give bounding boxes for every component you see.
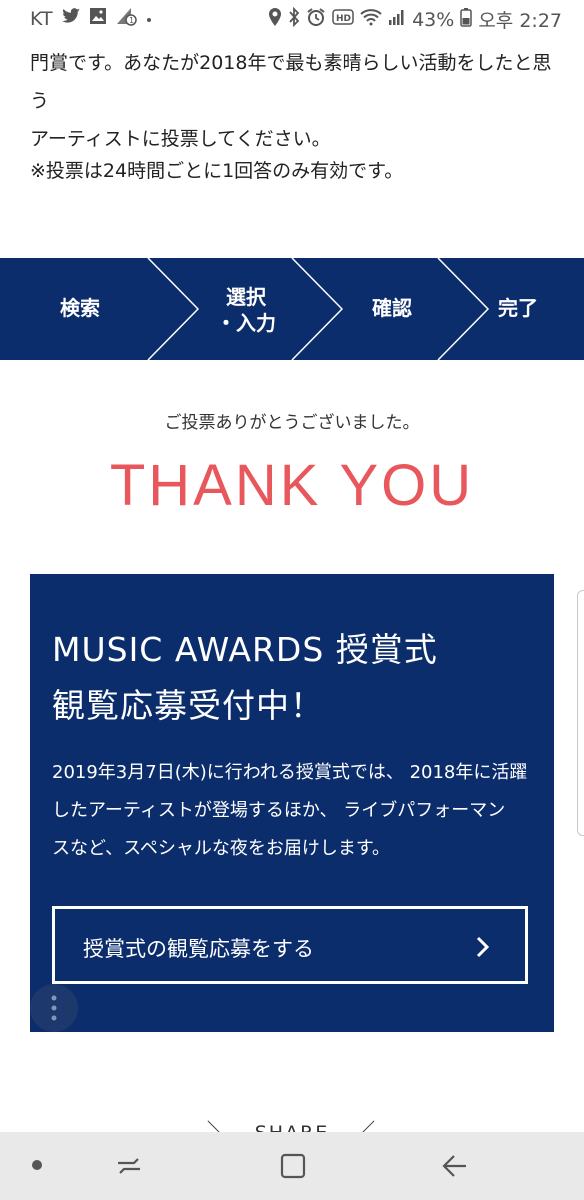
status-bar: KT 1 HD 43% 오후 2:27 <box>0 0 584 36</box>
apply-viewing-label: 授賞式の観覧応募をする <box>83 937 314 961</box>
signal-alert-icon: 1 <box>115 6 137 32</box>
navigation-bar <box>0 1132 584 1200</box>
card-body-line2: したアーティストが登場するほか、 ライブパフォーマン <box>52 800 506 821</box>
card-title-line1: MUSIC AWARDS 授賞式 <box>52 630 438 669</box>
step-select-line1: 選択 <box>226 285 266 309</box>
scroll-handle[interactable] <box>577 590 584 836</box>
alarm-icon <box>306 7 326 33</box>
hd-icon: HD <box>332 8 354 32</box>
dot-icon <box>145 8 153 30</box>
bluetooth-icon <box>288 6 300 33</box>
back-icon <box>442 1155 466 1177</box>
recent-apps-button[interactable] <box>114 1154 144 1182</box>
card-body: 2019年3月7日(木)に行われる授賞式では、 2018年に活躍 したアーティス… <box>52 754 538 868</box>
battery-icon <box>460 7 473 33</box>
battery-percent: 43% <box>412 8 455 31</box>
location-icon <box>268 7 282 33</box>
step-complete: 完了 <box>498 296 538 320</box>
more-options-button[interactable] <box>30 984 78 1032</box>
intro-text: 門賞です。あなたが2018年で最も素晴らしい活動をしたと思う アーティストに投票… <box>30 44 570 158</box>
status-left: KT 1 <box>30 6 153 32</box>
step-confirm: 確認 <box>372 296 412 320</box>
chevron-right-icon <box>475 935 491 963</box>
status-right: HD 43% 오후 2:27 <box>268 6 562 33</box>
intro-line-1: 門賞です。あなたが2018年で最も素晴らしい活動をしたと思う <box>30 52 552 112</box>
vertical-dots-icon <box>51 995 57 1021</box>
recent-apps-icon <box>118 1158 140 1174</box>
step-select-line2: ・入力 <box>216 311 276 335</box>
assistant-dot-button[interactable] <box>32 1160 42 1170</box>
card-body-line3: スなど、スペシャルな夜をお届けします。 <box>52 838 391 859</box>
twitter-icon <box>61 7 81 31</box>
vote-note: ※投票は24時間ごとに1回答のみ有効です。 <box>30 160 404 182</box>
svg-text:HD: HD <box>336 14 351 24</box>
thank-you-heading: THANK YOU <box>109 453 475 518</box>
carrier-label: KT <box>30 8 53 30</box>
awards-card: MUSIC AWARDS 授賞式 観覧応募受付中！ 2019年3月7日(木)に行… <box>30 574 554 1032</box>
clock: 오후 2:27 <box>478 10 562 32</box>
progress-steps: 検索 選択 ・入力 確認 完了 <box>0 258 584 360</box>
image-icon <box>89 7 107 31</box>
card-title: MUSIC AWARDS 授賞式 観覧応募受付中！ <box>52 622 532 734</box>
svg-text:1: 1 <box>129 16 134 25</box>
apply-viewing-button[interactable]: 授賞式の観覧応募をする <box>52 906 528 984</box>
home-icon <box>280 1153 306 1179</box>
card-body-line1: 2019年3月7日(木)に行われる授賞式では、 2018年に活躍 <box>52 762 528 783</box>
back-button[interactable] <box>440 1152 470 1184</box>
step-select: 選択 ・入力 <box>196 284 296 336</box>
thanks-subtitle: ご投票ありがとうございました。 <box>164 413 420 433</box>
home-button[interactable] <box>280 1152 306 1184</box>
signal-icon <box>388 8 406 32</box>
wifi-icon <box>360 8 382 32</box>
card-title-line2: 観覧応募受付中！ <box>52 686 324 725</box>
intro-line-2: アーティストに投票してください。 <box>30 128 331 150</box>
step-search: 検索 <box>60 296 100 320</box>
